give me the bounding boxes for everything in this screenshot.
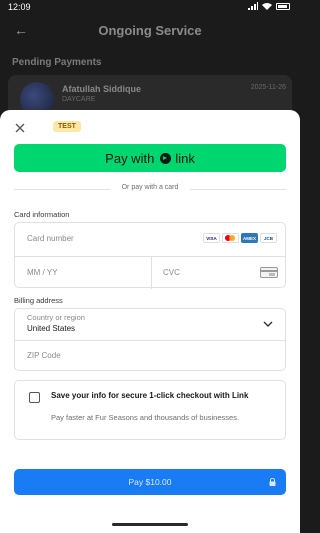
country-label: Country or region	[27, 313, 85, 322]
home-indicator	[112, 523, 188, 526]
card-info-box: Card number VISA AMEX JCB MM / YY CVC	[14, 222, 286, 289]
pay-with-link-button[interactable]: Pay with link	[14, 144, 286, 172]
save-info-option[interactable]: Save your info for secure 1-click checko…	[14, 380, 286, 440]
signal-icon	[248, 2, 258, 10]
visa-icon: VISA	[203, 233, 220, 243]
card-brands: VISA AMEX JCB	[203, 233, 277, 243]
save-info-checkbox[interactable]	[29, 392, 40, 403]
link-brand-label: link	[175, 150, 195, 166]
pay-button-label: Pay $10.00	[128, 477, 172, 487]
cvc-field[interactable]: CVC	[152, 257, 286, 289]
pay-button[interactable]: Pay $10.00	[14, 469, 286, 495]
close-icon[interactable]	[14, 122, 26, 134]
jcb-icon: JCB	[260, 233, 277, 243]
battery-icon	[276, 2, 290, 10]
billing-address-label: Billing address	[14, 296, 63, 305]
cvc-card-icon	[260, 267, 278, 278]
lock-icon	[269, 478, 276, 486]
zip-code-placeholder: ZIP Code	[27, 351, 61, 360]
status-time: 12:09	[8, 2, 31, 12]
test-mode-badge: TEST	[53, 121, 81, 132]
background-section-title: Pending Payments	[12, 57, 102, 68]
cvc-placeholder: CVC	[163, 268, 180, 277]
background-card-subtitle: DAYCARE	[62, 96, 96, 103]
card-number-placeholder: Card number	[27, 234, 74, 243]
card-info-label: Card information	[14, 210, 70, 219]
save-info-subtitle: Pay faster at Fur Seasons and thousands …	[51, 413, 240, 422]
divider-text: Or pay with a card	[121, 184, 179, 191]
status-icons	[248, 2, 290, 10]
background-page-title: Ongoing Service	[98, 23, 202, 38]
card-number-field[interactable]: Card number VISA AMEX JCB	[15, 223, 285, 256]
wifi-icon	[262, 3, 272, 10]
or-divider: Or pay with a card	[14, 182, 286, 196]
payment-sheet: TEST Pay with link Or pay with a card Ca…	[0, 110, 300, 533]
expiry-field[interactable]: MM / YY	[15, 257, 151, 289]
chevron-down-icon	[263, 321, 273, 327]
country-value: United States	[27, 324, 76, 333]
save-info-title: Save your info for secure 1-click checko…	[51, 391, 249, 400]
status-bar: 12:09	[0, 0, 300, 14]
country-select[interactable]: Country or region United States	[15, 309, 285, 340]
mastercard-icon	[222, 233, 239, 243]
expiry-placeholder: MM / YY	[27, 268, 58, 277]
pay-with-label: Pay with	[105, 150, 155, 166]
billing-address-box: Country or region United States ZIP Code	[14, 308, 286, 371]
link-logo-icon	[160, 152, 172, 164]
background-card-date: 2025-11-26	[250, 84, 286, 91]
zip-code-field[interactable]: ZIP Code	[15, 341, 285, 372]
background-card-name: Afatullah Siddique	[62, 84, 142, 94]
amex-icon: AMEX	[241, 233, 258, 243]
